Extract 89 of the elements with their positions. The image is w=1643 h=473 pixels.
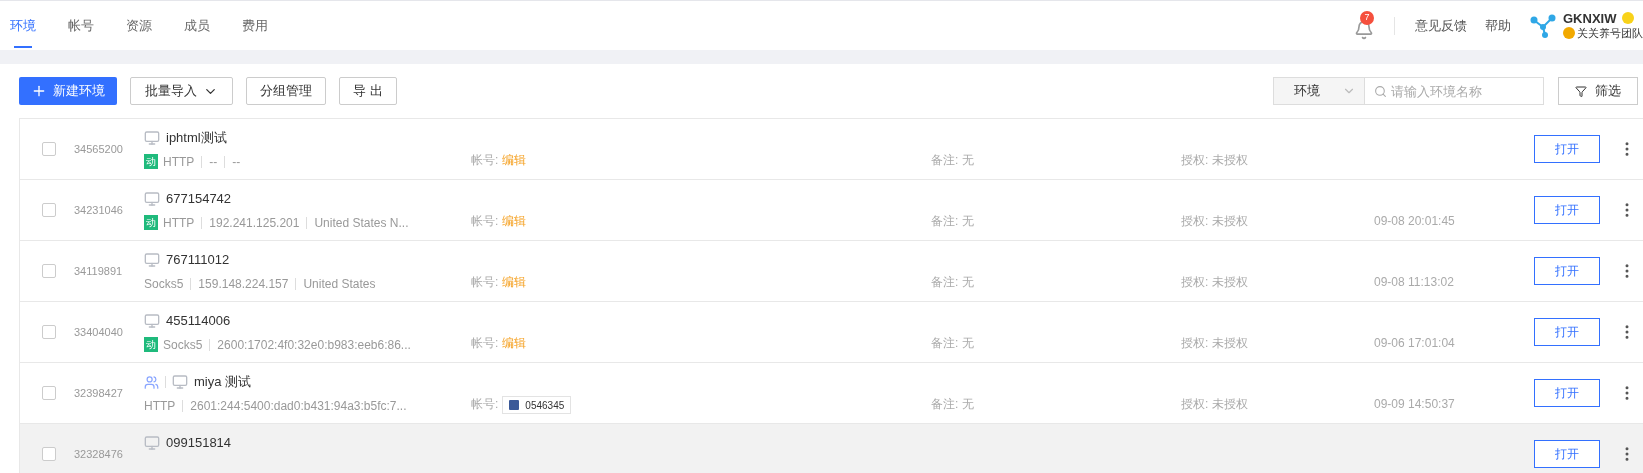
open-button[interactable]: 打开 <box>1534 135 1600 163</box>
row-checkbox[interactable] <box>42 386 56 400</box>
search-icon <box>1374 85 1387 98</box>
authorization-text: 授权: 未授权 <box>1181 335 1248 352</box>
account-label: 帐号: <box>471 396 499 413</box>
dynamic-tag: 动 <box>144 337 158 353</box>
note-text: 备注: 无 <box>931 335 974 352</box>
open-button[interactable]: 打开 <box>1534 379 1600 407</box>
proxy-info: 159.148.224.157 <box>198 275 289 293</box>
authorization-text: 授权: 未授权 <box>1181 152 1248 169</box>
dynamic-tag: 动 <box>144 154 158 170</box>
timestamp: 09-09 14:50:37 <box>1374 396 1455 413</box>
account-label: 帐号: <box>471 274 499 291</box>
monitor-icon <box>144 252 160 268</box>
filter-type-select[interactable]: 环境 <box>1273 77 1365 105</box>
proxy-info: Socks5 <box>163 336 203 354</box>
molecule-logo-icon <box>1529 12 1557 39</box>
proxy-info: -- <box>209 153 218 171</box>
note-text: 备注: 无 <box>931 396 974 413</box>
search-field[interactable]: 请输入环境名称 <box>1365 77 1544 105</box>
monitor-icon <box>144 435 160 451</box>
environment-name: miya 测试 <box>194 373 252 392</box>
monitor-icon <box>144 313 160 329</box>
environment-id: 34565200 <box>74 141 124 157</box>
account-label: 帐号: <box>471 213 499 230</box>
environment-id: 32328476 <box>74 446 124 462</box>
timestamp: 09-06 17:01:04 <box>1374 335 1455 352</box>
row-checkbox[interactable] <box>42 203 56 217</box>
proxy-info: HTTP <box>163 153 195 171</box>
proxy-info: Socks5 <box>144 275 184 293</box>
nav-tab[interactable]: 成员 <box>184 1 210 50</box>
team-name: 关关养号团队 <box>1577 25 1643 41</box>
environment-name: iphtml测试 <box>166 129 227 148</box>
nav-tab[interactable]: 帐号 <box>68 1 94 50</box>
timestamp: 09-08 20:01:45 <box>1374 213 1455 230</box>
account-label: 帐号: <box>471 335 499 352</box>
proxy-info: 2601:244:5400:dad0:b431:94a3:b5fc:7... <box>190 397 407 415</box>
bell-icon <box>1354 20 1374 40</box>
environment-id: 34119891 <box>74 263 124 279</box>
environment-id: 33404040 <box>74 324 124 340</box>
proxy-info: -- <box>232 153 241 171</box>
authorization-text: 授权: 未授权 <box>1181 396 1248 413</box>
environment-name: 455114006 <box>166 312 231 331</box>
export-button[interactable]: 导 出 <box>339 77 397 105</box>
dynamic-tag: 动 <box>144 215 158 231</box>
filter-icon <box>1575 84 1587 98</box>
nav-tab[interactable]: 环境 <box>10 1 36 50</box>
row-checkbox[interactable] <box>42 264 56 278</box>
proxy-info: 192.241.125.201 <box>209 214 300 232</box>
authorization-text: 授权: 未授权 <box>1181 274 1248 291</box>
group-manage-button[interactable]: 分组管理 <box>246 77 326 105</box>
environment-name: 099151814 <box>166 434 232 453</box>
nav-tab[interactable]: 资源 <box>126 1 152 50</box>
environment-id: 34231046 <box>74 202 124 218</box>
row-checkbox[interactable] <box>42 142 56 156</box>
environment-name: 767111012 <box>166 251 230 270</box>
row-checkbox[interactable] <box>42 447 56 461</box>
proxy-info: HTTP <box>144 397 176 415</box>
proxy-info: United States N... <box>314 214 409 232</box>
filter-button[interactable]: 筛选 <box>1558 77 1638 105</box>
row-checkbox[interactable] <box>42 325 56 339</box>
open-button[interactable]: 打开 <box>1534 257 1600 285</box>
proxy-info: 2600:1702:4f0:32e0:b983:eeb6:86... <box>217 336 411 354</box>
account-chip[interactable]: 0546345 <box>502 396 572 414</box>
environment-name: 677154742 <box>166 190 232 209</box>
notification-button[interactable]: 7 <box>1354 11 1378 40</box>
account-label: 帐号: <box>471 152 499 169</box>
new-environment-button[interactable]: 新建环境 <box>19 77 117 105</box>
environment-id: 32398427 <box>74 385 124 401</box>
user-name: GKNXIW <box>1563 10 1617 26</box>
proxy-info: United States <box>303 275 376 293</box>
authorization-text: 授权: 未授权 <box>1181 213 1248 230</box>
nav-tab[interactable]: 费用 <box>242 1 268 50</box>
open-button[interactable]: 打开 <box>1534 196 1600 224</box>
batch-import-button[interactable]: 批量导入 <box>130 77 233 105</box>
open-button[interactable]: 打开 <box>1534 440 1600 468</box>
header-link[interactable]: 帮助 <box>1485 15 1511 36</box>
plus-icon <box>31 83 47 99</box>
notification-badge: 7 <box>1360 11 1374 25</box>
header-link[interactable]: 意见反馈 <box>1415 15 1467 36</box>
proxy-info: HTTP <box>163 214 195 232</box>
open-button[interactable]: 打开 <box>1534 318 1600 346</box>
note-text: 备注: 无 <box>931 152 974 169</box>
monitor-icon <box>144 130 160 146</box>
monitor-icon <box>172 374 188 390</box>
note-text: 备注: 无 <box>931 213 974 230</box>
monitor-icon <box>144 191 160 207</box>
note-text: 备注: 无 <box>931 274 974 291</box>
timestamp: 09-08 11:13:02 <box>1374 274 1454 291</box>
